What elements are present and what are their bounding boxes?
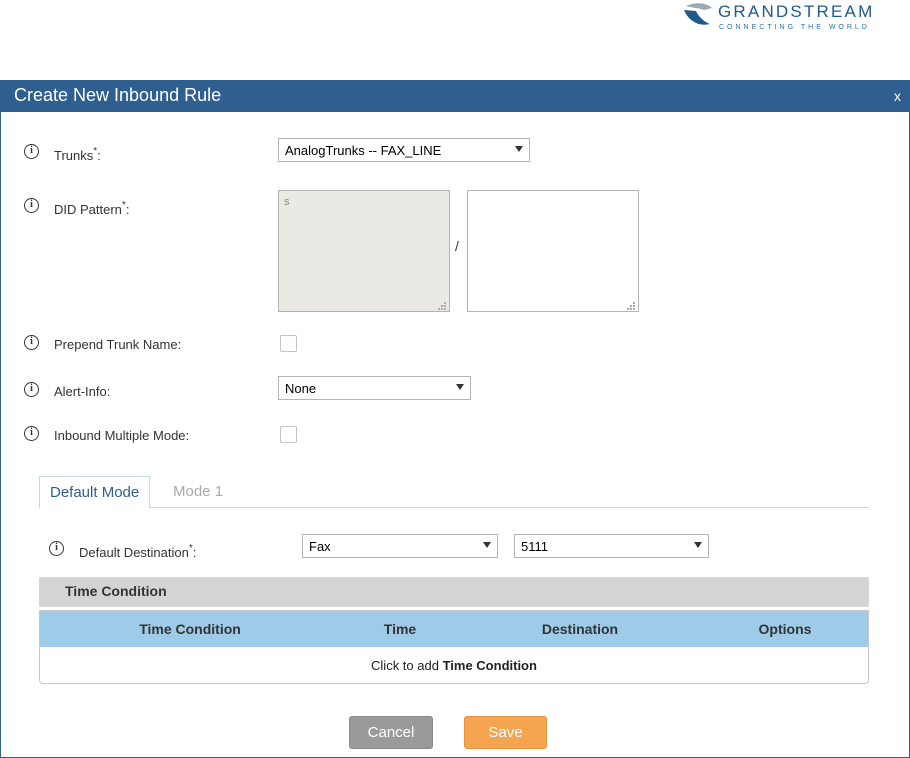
destination-target-value: 5111	[521, 539, 548, 554]
column-header-destination: Destination	[541, 621, 619, 637]
did-pattern-separator: /	[455, 238, 459, 254]
save-button[interactable]: Save	[464, 716, 547, 749]
default-destination-type-select[interactable]: Fax	[302, 534, 498, 558]
column-header-time-condition: Time Condition	[139, 621, 241, 637]
info-icon[interactable]: i	[24, 426, 39, 441]
info-icon[interactable]: i	[24, 144, 39, 159]
alert-info-select[interactable]: None	[278, 376, 471, 400]
logo-tagline: CONNECTING THE WORLD	[719, 24, 870, 31]
did-pattern-label-text: DID Pattern	[54, 202, 122, 217]
time-condition-table-header: Time Condition Time Destination Options	[40, 611, 868, 647]
info-icon[interactable]: i	[49, 541, 64, 556]
trunks-label-text: Trunks	[54, 148, 94, 163]
logo-mark-icon	[684, 3, 712, 25]
trunks-select[interactable]: AnalogTrunks -- FAX_LINE	[278, 138, 530, 162]
dialog-title: Create New Inbound Rule	[14, 85, 222, 105]
label-colon: :	[97, 148, 101, 163]
dropdown-arrow-icon	[515, 146, 523, 152]
destination-type-value: Fax	[309, 539, 331, 554]
time-condition-section-header: Time Condition	[39, 577, 869, 607]
did-pattern-right-textarea[interactable]	[467, 190, 639, 312]
logo-wordmark: GRANDSTREAM	[718, 2, 875, 21]
dropdown-arrow-icon	[694, 542, 702, 548]
trunks-label: Trunks*:	[54, 146, 101, 163]
trunks-select-value: AnalogTrunks -- FAX_LINE	[285, 143, 442, 158]
close-icon[interactable]: x	[894, 88, 901, 104]
info-icon[interactable]: i	[24, 198, 39, 213]
time-condition-section-title: Time Condition	[65, 583, 167, 599]
tab-mode-1[interactable]: Mode 1	[163, 476, 233, 508]
default-destination-label: Default Destination*:	[79, 543, 196, 560]
inbound-multiple-mode-checkbox[interactable]	[280, 426, 297, 443]
prepend-trunk-name-checkbox[interactable]	[280, 335, 297, 352]
resize-grip-icon[interactable]	[438, 302, 446, 310]
alert-info-label: Alert-Info:	[54, 384, 111, 399]
did-pattern-left-value: s	[284, 196, 290, 208]
did-pattern-left-textarea[interactable]: s	[278, 190, 450, 312]
column-header-options: Options	[758, 621, 812, 637]
grandstream-logo: GRANDSTREAM CONNECTING THE WORLD	[680, 0, 910, 40]
inbound-multiple-mode-label: Inbound Multiple Mode:	[54, 428, 190, 443]
dialog-titlebar: Create New Inbound Rule x	[1, 80, 909, 112]
add-time-condition-bold: Time Condition	[442, 658, 537, 673]
add-time-condition-link[interactable]: Click to add Time Condition	[40, 647, 868, 684]
resize-grip-icon[interactable]	[627, 302, 635, 310]
tab-default-mode[interactable]: Default Mode	[39, 476, 151, 509]
info-icon[interactable]: i	[24, 382, 39, 397]
add-time-condition-prefix: Click to add	[371, 658, 443, 673]
alert-info-select-value: None	[285, 381, 317, 396]
mode-tabs: Default Mode Mode 1	[39, 476, 869, 509]
label-colon: :	[125, 202, 130, 217]
column-header-time: Time	[383, 621, 417, 637]
default-destination-target-select[interactable]: 5111	[514, 534, 709, 558]
label-colon: :	[192, 545, 197, 560]
cancel-button[interactable]: Cancel	[349, 716, 433, 749]
default-destination-label-text: Default Destination	[79, 545, 189, 560]
dropdown-arrow-icon	[483, 542, 491, 548]
prepend-trunk-name-label: Prepend Trunk Name:	[54, 337, 182, 352]
info-icon[interactable]: i	[24, 335, 39, 350]
dropdown-arrow-icon	[456, 384, 464, 390]
inbound-rule-dialog: Create New Inbound Rule x i Trunks*: Ana…	[0, 80, 910, 758]
did-pattern-label: DID Pattern*:	[54, 200, 129, 217]
time-condition-table: Time Condition Time Destination Options …	[39, 610, 869, 684]
